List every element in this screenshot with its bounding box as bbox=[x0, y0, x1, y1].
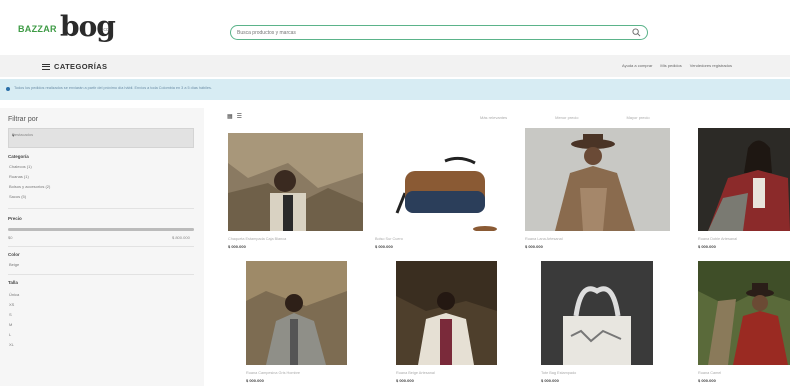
banner-text: Todos los pedidos realizados se enviarán… bbox=[14, 86, 212, 90]
product-price: $ 000.000 bbox=[375, 244, 393, 249]
product-price: $ 000.000 bbox=[228, 244, 246, 249]
product-price: $ 000.000 bbox=[525, 244, 543, 249]
product-name[interactable]: Ruana Lana Artesanal bbox=[525, 237, 563, 241]
product-price: $ 000.000 bbox=[541, 378, 559, 383]
product-name[interactable]: Ruana Doble Artesanal bbox=[698, 237, 737, 241]
site-logo[interactable]: BAZZAR bog .co bbox=[18, 10, 116, 50]
filter-option[interactable]: XS bbox=[9, 302, 14, 307]
categories-menu-button[interactable]: CATEGORÍAS bbox=[42, 61, 107, 72]
list-view-icon[interactable]: ☰ bbox=[237, 113, 242, 120]
hamburger-icon bbox=[42, 63, 50, 70]
product-name[interactable]: Ruana Campesina Gris Hombre bbox=[246, 371, 300, 375]
nav-links: Ayuda a comprar Mis pedidos Vendedores r… bbox=[622, 63, 732, 68]
product-image[interactable] bbox=[228, 133, 363, 231]
logo-bazzar-text: BAZZAR bbox=[18, 24, 57, 34]
grid-view-icon[interactable]: ▦ bbox=[227, 113, 233, 120]
filter-sidebar: Filtrar por Destacados ▾ Categoría Chale… bbox=[0, 108, 204, 386]
sort-link[interactable]: Mayor precio bbox=[626, 115, 649, 120]
sort-link[interactable]: Más relevantes bbox=[480, 115, 507, 120]
filter-section-color[interactable]: Color bbox=[8, 252, 20, 257]
product-image[interactable] bbox=[541, 261, 653, 365]
sort-links: Más relevantes Menor precio Mayor precio bbox=[480, 115, 650, 120]
product-price: $ 000.000 bbox=[698, 244, 716, 249]
filter-section-size[interactable]: Talla bbox=[8, 280, 18, 285]
divider bbox=[8, 208, 194, 209]
filter-title: Filtrar por bbox=[8, 116, 38, 123]
product-name[interactable]: Bolso Sur Cuero bbox=[375, 237, 403, 241]
product-image[interactable] bbox=[525, 128, 670, 231]
search-icon[interactable] bbox=[632, 28, 641, 37]
price-range-slider[interactable] bbox=[8, 228, 194, 231]
price-range-fill bbox=[8, 228, 194, 231]
filter-section-price[interactable]: Precio bbox=[8, 216, 22, 221]
filter-option[interactable]: Única bbox=[9, 292, 19, 297]
site-header: BAZZAR bog .co bbox=[0, 0, 790, 55]
product-name[interactable]: Chaqueta Estampada Caja Blanca bbox=[228, 237, 286, 241]
filter-option[interactable]: Bolsos y accesorios (2) bbox=[9, 184, 50, 189]
filter-option[interactable]: XL bbox=[9, 342, 14, 347]
product-name[interactable]: Ruana Camel bbox=[698, 371, 721, 375]
view-toggle: ▦ ☰ bbox=[227, 113, 242, 120]
info-banner: Todos los pedidos realizados se enviarán… bbox=[0, 79, 790, 100]
search-bar[interactable] bbox=[230, 25, 648, 40]
price-max: $ 800.000 bbox=[172, 235, 190, 240]
divider bbox=[8, 246, 194, 247]
product-image[interactable] bbox=[396, 261, 497, 365]
sort-link[interactable]: Menor precio bbox=[555, 115, 578, 120]
filter-option[interactable]: Ruanas (1) bbox=[9, 174, 29, 179]
logo-domain-text: .co bbox=[102, 27, 109, 33]
product-name[interactable]: Tote Bag Estampado bbox=[541, 371, 576, 375]
info-dot-icon bbox=[6, 87, 10, 91]
filter-option[interactable]: Beige bbox=[9, 262, 19, 267]
filter-option[interactable]: L bbox=[9, 332, 11, 337]
categories-label: CATEGORÍAS bbox=[54, 62, 108, 71]
product-price: $ 000.000 bbox=[698, 378, 716, 383]
nav-link-sellers[interactable]: Vendedores registrados bbox=[690, 63, 732, 68]
nav-bar: CATEGORÍAS Ayuda a comprar Mis pedidos V… bbox=[0, 55, 790, 77]
product-image[interactable] bbox=[246, 261, 347, 365]
filter-option[interactable]: Chalecos (1) bbox=[9, 164, 32, 169]
product-image[interactable] bbox=[698, 128, 790, 231]
filter-option[interactable]: M bbox=[9, 322, 12, 327]
product-image[interactable] bbox=[698, 261, 790, 365]
product-image[interactable] bbox=[375, 133, 510, 231]
search-input[interactable] bbox=[237, 28, 617, 38]
nav-link-orders[interactable]: Mis pedidos bbox=[660, 63, 681, 68]
product-price: $ 000.000 bbox=[396, 378, 414, 383]
product-price: $ 000.000 bbox=[246, 378, 264, 383]
filter-section-category[interactable]: Categoría bbox=[8, 154, 29, 159]
chevron-down-icon: ▾ bbox=[12, 133, 15, 139]
product-name[interactable]: Ruana Beige Artesanal bbox=[396, 371, 435, 375]
filter-option[interactable]: S bbox=[9, 312, 12, 317]
sort-select[interactable]: Destacados ▾ bbox=[8, 128, 194, 148]
nav-link-help[interactable]: Ayuda a comprar bbox=[622, 63, 652, 68]
filter-option[interactable]: Sacos (5) bbox=[9, 194, 26, 199]
divider bbox=[8, 274, 194, 275]
price-min: $0 bbox=[8, 235, 13, 240]
